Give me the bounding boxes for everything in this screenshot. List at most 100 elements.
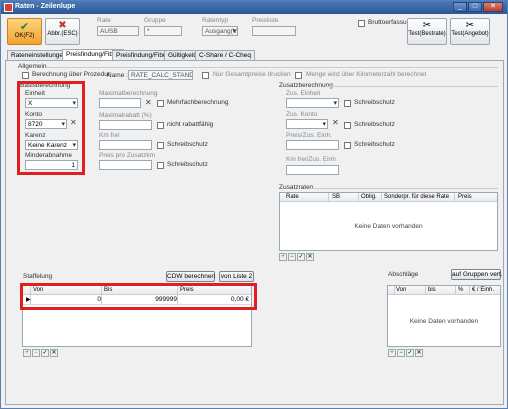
abschlaege-navigator[interactable]: + − ✓ ✕ <box>388 349 424 357</box>
preis-zus-schreibschutz-label: Schreibschutz <box>354 141 395 148</box>
ratentyp-label: Ratentyp <box>202 17 229 24</box>
test-bestrate-label: Test(Bestrate) <box>408 31 446 37</box>
name-label: Name : <box>107 72 128 79</box>
allgemein-divider <box>46 67 498 68</box>
col-oblig: Oblig. <box>361 194 377 200</box>
col-rate: Rate <box>286 194 299 200</box>
cancel-button-label: Abbr.(ESC) <box>47 31 78 37</box>
auf-gruppen-vert-button[interactable]: auf Gruppen vert. <box>451 269 503 280</box>
zus-einheit-label: Zus. Einheit <box>286 90 321 97</box>
name-field[interactable]: RATE_CALC_STANDAR <box>128 70 193 80</box>
window-title: Raten - Zeilenlupe <box>15 3 76 10</box>
ok-button[interactable]: ✔ OK(F2) <box>7 18 42 45</box>
preis-zus-schreibschutz-checkbox[interactable] <box>344 142 351 149</box>
nicht-rabattfaehig-checkbox[interactable] <box>157 122 164 129</box>
preisliste-field[interactable] <box>252 26 296 36</box>
zusatz-divider <box>326 86 498 87</box>
menge-km-checkbox[interactable] <box>295 72 302 79</box>
mehrfach-label: Mehrfachberechnung <box>167 99 229 106</box>
col-preis: Preis <box>458 194 472 200</box>
allgemein-title: Allgemein <box>18 63 47 70</box>
preis-zusatzkm-schreibschutz-label: Schreibschutz <box>167 161 208 168</box>
maximalrabatt-label: Maximalrabatt (%) <box>99 112 152 119</box>
minimize-button[interactable]: _ <box>453 2 467 12</box>
berechnung-prozedur-label: Berechnung über Prozedur <box>32 71 111 78</box>
zus-einheit-schreibschutz-label: Schreibschutz <box>354 99 395 106</box>
nicht-rabattfaehig-label: nicht rabattfähig <box>167 121 214 128</box>
zus-einheit-select[interactable] <box>286 98 339 108</box>
mehrfach-checkbox[interactable] <box>157 100 164 107</box>
zusatzraten-empty: Keine Daten vorhanden <box>354 223 423 230</box>
checkmark-icon: ✔ <box>19 21 30 33</box>
km-frei-zus-field[interactable] <box>286 165 339 175</box>
staffelung-title: Staffelung <box>23 273 53 280</box>
preis-zus-einh-field[interactable] <box>286 140 339 150</box>
ratentyp-select[interactable]: Ausgang(Ve <box>202 26 238 36</box>
zus-konto-schreibschutz-checkbox[interactable] <box>344 122 351 129</box>
menge-km-label: Menge wird über Kilometerzahl berechnet <box>306 71 427 78</box>
maximalberechnung-clear-icon[interactable]: ✕ <box>145 98 152 107</box>
preis-zus-einh-label: Preis/Zus. Einh. <box>286 132 332 139</box>
tab-cshare-ccheq[interactable]: C-Share / C-Cheq <box>195 50 256 60</box>
ok-button-label: OK(F2) <box>14 33 35 39</box>
rate-field[interactable]: AUSB <box>97 26 139 36</box>
staffelung-navigator[interactable]: + − ✓ ✕ <box>23 349 59 357</box>
abschlaege-empty: Keine Daten vorhanden <box>409 318 479 325</box>
test-bestrate-button[interactable]: ✂ Test(Bestrate) <box>407 18 447 45</box>
test-angebot-label: Test(Angebot) <box>451 31 489 37</box>
col-prozent: % <box>458 287 464 293</box>
gesamtpreise-label: Nur Gesamtpreise drucken <box>213 71 291 78</box>
zus-konto-schreibschutz-label: Schreibschutz <box>354 121 395 128</box>
zusatzraten-grid[interactable]: Rate SB Oblig. Sonderpr. für diese Rate … <box>279 192 498 251</box>
col-euro-einh: € / Einh. <box>472 287 495 293</box>
col-von: Von <box>396 287 407 293</box>
zusatzraten-divider <box>309 188 498 189</box>
tools-icon: ✂ <box>465 20 475 31</box>
berechnung-prozedur-checkbox[interactable] <box>22 72 29 79</box>
km-frei-zus-label: Km frei/Zus. Einh <box>286 156 336 163</box>
maximalrabatt-field[interactable] <box>99 120 152 130</box>
bruttoerfassung-checkbox[interactable] <box>358 20 365 27</box>
col-sonderpreis: Sonderpr. für diese Rate <box>384 194 450 200</box>
gruppe-label: Gruppe <box>144 17 166 24</box>
col-bis: bis <box>428 287 436 293</box>
rate-label: Rate <box>97 17 111 24</box>
test-angebot-button[interactable]: ✂ Test(Angebot) <box>450 18 490 45</box>
maximalberechnung-field[interactable] <box>99 98 141 108</box>
cdw-berechnen-button[interactable]: CDW berechnen <box>166 271 215 282</box>
highlight-basisberechnung <box>17 81 85 175</box>
close-button[interactable]: ✕ <box>483 2 503 12</box>
tools-icon: ✂ <box>422 20 432 31</box>
preisliste-label: Preisliste <box>252 17 279 24</box>
preis-zusatzkm-schreibschutz-checkbox[interactable] <box>157 162 164 169</box>
maximize-button[interactable]: □ <box>468 2 482 12</box>
preis-zusatzkm-label: Preis pro Zusatzkm <box>99 152 155 159</box>
km-frei-schreibschutz-label: Schreibschutz <box>167 141 208 148</box>
abschlaege-grid[interactable]: Von bis % € / Einh. Keine Daten vorhande… <box>387 285 501 347</box>
cancel-button[interactable]: ✖ Abbr.(ESC) <box>45 18 80 45</box>
gesamtpreise-checkbox[interactable] <box>202 72 209 79</box>
zusatz-title: Zusatzberechnung <box>279 82 333 89</box>
von-liste-2-button[interactable]: von Liste 2 <box>219 271 254 282</box>
preis-zusatzkm-field[interactable] <box>99 160 152 170</box>
tab-gueltigkeit[interactable]: Gültigkeit <box>164 50 200 60</box>
zus-konto-select[interactable] <box>286 119 328 129</box>
zus-einheit-schreibschutz-checkbox[interactable] <box>344 100 351 107</box>
zus-konto-label: Zus. Konto <box>286 111 318 118</box>
highlight-staffelung-row <box>20 283 257 310</box>
maximalberechnung-label: Maximalberechnung <box>99 90 158 97</box>
window: Raten - Zeilenlupe _ □ ✕ ✔ OK(F2) ✖ Abbr… <box>0 0 508 409</box>
col-sb: SB <box>332 194 341 200</box>
km-frei-label: Km frei <box>99 132 120 139</box>
km-frei-field[interactable] <box>99 140 152 150</box>
title-bar: Raten - Zeilenlupe _ □ ✕ <box>1 1 507 14</box>
km-frei-schreibschutz-checkbox[interactable] <box>157 142 164 149</box>
zus-konto-clear-icon[interactable]: ✕ <box>332 118 339 127</box>
zusatzraten-header: Rate SB Oblig. Sonderpr. für diese Rate … <box>280 193 497 202</box>
zusatzraten-navigator[interactable]: + − ✓ ✕ <box>279 253 315 261</box>
abschlaege-title: Abschläge <box>388 271 419 278</box>
cancel-x-icon: ✖ <box>58 20 67 31</box>
gruppe-field[interactable]: * <box>144 26 182 36</box>
app-icon <box>4 3 13 12</box>
abschlaege-header: Von bis % € / Einh. <box>388 286 500 295</box>
